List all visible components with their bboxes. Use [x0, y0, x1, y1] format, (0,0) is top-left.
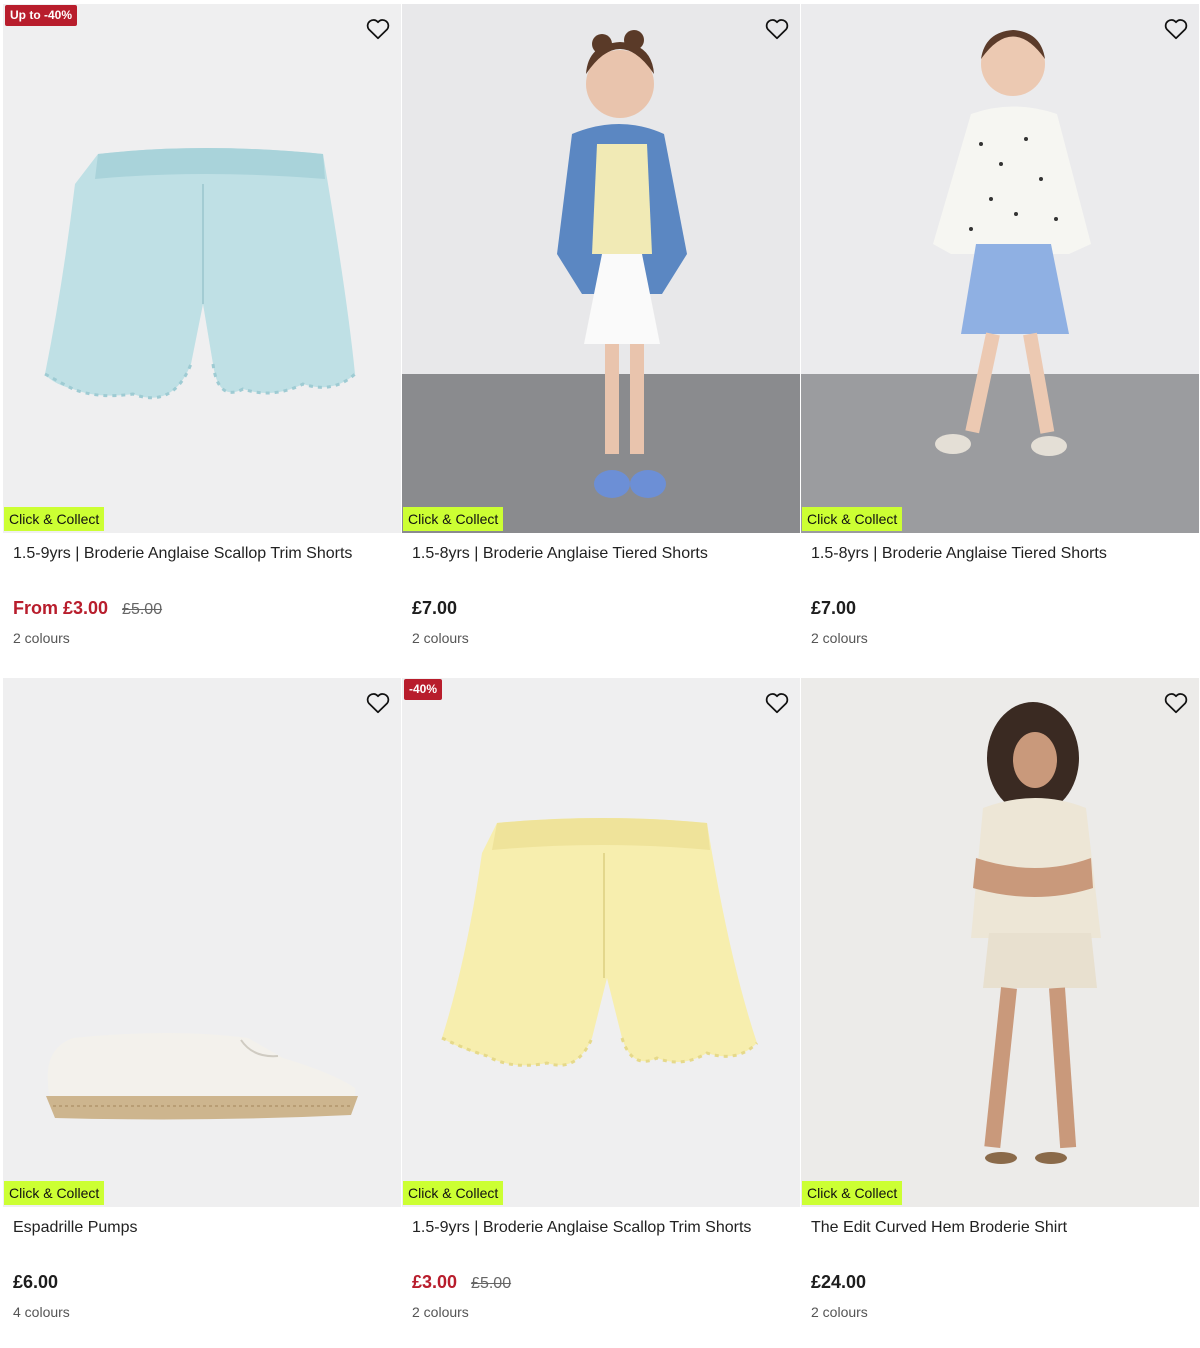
product-price: £7.00	[811, 598, 857, 618]
product-price: From £3.00	[13, 598, 109, 618]
girl-polka-jacket-image	[801, 4, 1199, 533]
colour-count: 2 colours	[13, 630, 70, 646]
discount-badge: Up to -40%	[5, 5, 78, 26]
click-collect-badge: Click & Collect	[403, 1181, 504, 1205]
product-title[interactable]: 1.5-8yrs | Broderie Anglaise Tiered Shor…	[412, 544, 790, 564]
product-card[interactable]: Click & Collect The Edit Curved Hem Brod…	[801, 678, 1199, 1348]
product-price: £7.00	[412, 598, 458, 618]
product-card[interactable]: Click & Collect Espadrille Pumps £6.00 4…	[3, 678, 401, 1348]
heart-outline-icon[interactable]	[1163, 16, 1189, 42]
product-price: £24.00	[811, 1272, 867, 1292]
product-title[interactable]: Espadrille Pumps	[13, 1218, 391, 1238]
product-title[interactable]: 1.5-8yrs | Broderie Anglaise Tiered Shor…	[811, 544, 1189, 564]
colour-count: 2 colours	[412, 630, 469, 646]
click-collect-badge: Click & Collect	[4, 1181, 105, 1205]
click-collect-badge: Click & Collect	[4, 507, 105, 531]
product-image[interactable]: Click & Collect	[801, 4, 1199, 533]
blue-shorts-image	[3, 4, 401, 533]
heart-outline-icon[interactable]	[1163, 690, 1189, 716]
product-image[interactable]: Click & Collect	[801, 678, 1199, 1207]
click-collect-badge: Click & Collect	[802, 507, 903, 531]
product-title[interactable]: 1.5-9yrs | Broderie Anglaise Scallop Tri…	[13, 544, 391, 564]
product-card[interactable]: -40% Click & Collect 1.5-9yrs | Broderie…	[402, 678, 800, 1348]
espadrille-image	[3, 678, 401, 1207]
heart-outline-icon[interactable]	[365, 690, 391, 716]
heart-outline-icon[interactable]	[764, 690, 790, 716]
product-image[interactable]: Click & Collect	[402, 4, 800, 533]
heart-outline-icon[interactable]	[764, 16, 790, 42]
product-price: £3.00	[412, 1272, 458, 1292]
product-card[interactable]: Click & Collect 1.5-8yrs | Broderie Angl…	[402, 4, 800, 674]
product-image[interactable]: Click & Collect	[3, 678, 401, 1207]
colour-count: 2 colours	[811, 630, 868, 646]
click-collect-badge: Click & Collect	[802, 1181, 903, 1205]
product-title[interactable]: The Edit Curved Hem Broderie Shirt	[811, 1218, 1189, 1238]
product-title[interactable]: 1.5-9yrs | Broderie Anglaise Scallop Tri…	[412, 1218, 790, 1238]
girl-denim-jacket-image	[402, 4, 800, 533]
product-card[interactable]: Click & Collect 1.5-8yrs | Broderie Angl…	[801, 4, 1199, 674]
woman-broderie-shirt-image	[801, 678, 1199, 1207]
product-grid: Up to -40% Click & Collect 1.5-9yrs | Br…	[3, 4, 1199, 1348]
discount-badge: -40%	[404, 679, 443, 700]
heart-outline-icon[interactable]	[365, 16, 391, 42]
product-image[interactable]: -40% Click & Collect	[402, 678, 800, 1207]
colour-count: 2 colours	[811, 1304, 868, 1320]
click-collect-badge: Click & Collect	[403, 507, 504, 531]
yellow-shorts-image	[402, 678, 800, 1207]
product-price: £6.00	[13, 1272, 59, 1292]
original-price: £5.00	[122, 601, 163, 618]
product-card[interactable]: Up to -40% Click & Collect 1.5-9yrs | Br…	[3, 4, 401, 674]
original-price: £5.00	[471, 1275, 512, 1292]
colour-count: 4 colours	[13, 1304, 70, 1320]
colour-count: 2 colours	[412, 1304, 469, 1320]
product-image[interactable]: Up to -40% Click & Collect	[3, 4, 401, 533]
